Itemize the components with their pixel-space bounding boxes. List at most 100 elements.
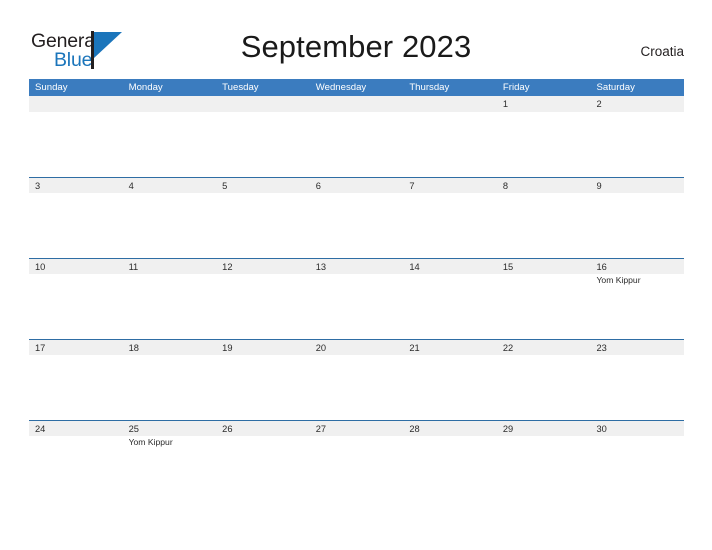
day-cell[interactable] — [403, 355, 497, 420]
day-cell[interactable] — [590, 355, 684, 420]
day-cell[interactable] — [310, 274, 404, 339]
day-cell[interactable] — [497, 112, 591, 177]
calendar-weeks: 1 2 3 4 5 6 7 8 9 10 11 12 13 14 15 16 Yom Kippur 17 18 19 2… — [29, 96, 684, 501]
day-number[interactable]: 18 — [123, 340, 217, 355]
day-number[interactable]: 1 — [497, 96, 591, 112]
day-number[interactable]: 22 — [497, 340, 591, 355]
weekday-header-saturday: Saturday — [596, 82, 635, 93]
day-cell[interactable] — [29, 193, 123, 258]
day-number[interactable]: 7 — [403, 178, 497, 193]
day-cell[interactable] — [123, 355, 217, 420]
day-number[interactable]: 3 — [29, 178, 123, 193]
calendar-week-row: 24 25 26 27 28 29 30 Yom Kippur — [29, 420, 684, 501]
day-number[interactable]: 19 — [216, 340, 310, 355]
day-cell[interactable] — [29, 355, 123, 420]
day-number[interactable]: 24 — [29, 421, 123, 436]
week-date-band: 10 11 12 13 14 15 16 — [29, 258, 684, 274]
weekday-header-tuesday: Tuesday — [222, 82, 259, 93]
day-number-empty — [29, 96, 123, 112]
day-number[interactable]: 29 — [497, 421, 591, 436]
day-cell[interactable] — [403, 436, 497, 501]
day-number[interactable]: 21 — [403, 340, 497, 355]
day-cell[interactable] — [497, 193, 591, 258]
day-number[interactable]: 10 — [29, 259, 123, 274]
day-number[interactable]: 5 — [216, 178, 310, 193]
day-number[interactable]: 12 — [216, 259, 310, 274]
day-number[interactable]: 23 — [590, 340, 684, 355]
day-cell[interactable] — [123, 193, 217, 258]
day-cell-empty — [403, 112, 497, 177]
country-label: Croatia — [640, 44, 684, 59]
day-number[interactable]: 13 — [310, 259, 404, 274]
holiday-event-label: Yom Kippur — [128, 437, 173, 447]
day-cell[interactable] — [497, 355, 591, 420]
page-header: General Blue September 2023 Croatia — [0, 0, 712, 78]
week-date-band: 24 25 26 27 28 29 30 — [29, 420, 684, 436]
day-cell-empty — [29, 112, 123, 177]
day-number[interactable]: 26 — [216, 421, 310, 436]
weekday-header-sunday: Sunday — [35, 82, 68, 93]
calendar-grid: Sunday Monday Tuesday Wednesday Thursday Frid… — [29, 79, 684, 501]
day-number[interactable]: 4 — [123, 178, 217, 193]
weekday-header-wednesday: Wednesday — [315, 82, 367, 93]
day-cell[interactable] — [310, 193, 404, 258]
day-number[interactable]: 11 — [123, 259, 217, 274]
day-number[interactable]: 2 — [590, 96, 684, 112]
page-title: September 2023 — [240, 29, 472, 64]
week-body-row — [29, 193, 684, 258]
day-cell[interactable] — [29, 436, 123, 501]
calendar-week-row: 12 — [29, 96, 684, 177]
day-cell-empty — [123, 112, 217, 177]
day-number[interactable]: 8 — [497, 178, 591, 193]
week-body-row: Yom Kippur — [29, 274, 684, 339]
week-date-band: 12 — [29, 96, 684, 112]
day-cell[interactable] — [310, 355, 404, 420]
day-cell[interactable] — [216, 274, 310, 339]
day-cell[interactable] — [310, 436, 404, 501]
day-number[interactable]: 17 — [29, 340, 123, 355]
day-number[interactable]: 25 — [123, 421, 217, 436]
weekday-header-thursday: Thursday — [409, 82, 450, 93]
day-cell[interactable]: Yom Kippur — [123, 436, 217, 501]
day-cell[interactable] — [123, 274, 217, 339]
day-cell[interactable]: Yom Kippur — [590, 274, 684, 339]
weekday-header-monday: Monday — [128, 82, 163, 93]
week-date-band: 17 18 19 20 21 22 23 — [29, 339, 684, 355]
day-cell-empty — [310, 112, 404, 177]
day-number[interactable]: 28 — [403, 421, 497, 436]
week-date-band: 3456789 — [29, 177, 684, 193]
day-number[interactable]: 9 — [590, 178, 684, 193]
day-cell-empty — [216, 112, 310, 177]
day-cell[interactable] — [403, 274, 497, 339]
day-number[interactable]: 15 — [497, 259, 591, 274]
week-body-row: Yom Kippur — [29, 436, 684, 501]
day-cell[interactable] — [216, 436, 310, 501]
day-number[interactable]: 20 — [310, 340, 404, 355]
day-number-empty — [310, 96, 404, 112]
week-body-row — [29, 112, 684, 177]
weekday-header-row: Sunday Monday Tuesday Wednesday Thursday Frid… — [29, 79, 684, 96]
day-cell[interactable] — [216, 355, 310, 420]
day-number[interactable]: 27 — [310, 421, 404, 436]
day-cell[interactable] — [216, 193, 310, 258]
day-number[interactable]: 16 — [590, 259, 684, 274]
day-number[interactable]: 6 — [310, 178, 404, 193]
day-cell[interactable] — [497, 436, 591, 501]
week-body-row — [29, 355, 684, 420]
day-cell[interactable] — [29, 274, 123, 339]
holiday-event-label: Yom Kippur — [596, 275, 641, 285]
calendar-week-row: 17 18 19 20 21 22 23 — [29, 339, 684, 420]
day-cell[interactable] — [590, 436, 684, 501]
calendar-week-row: 10 11 12 13 14 15 16 Yom Kippur — [29, 258, 684, 339]
day-cell[interactable] — [497, 274, 591, 339]
day-cell[interactable] — [590, 193, 684, 258]
weekday-header-friday: Friday — [502, 82, 530, 93]
day-number-empty — [216, 96, 310, 112]
calendar-week-row: 3456789 — [29, 177, 684, 258]
calendar-page: General Blue September 2023 Croatia Sund… — [0, 0, 712, 550]
day-number[interactable]: 30 — [590, 421, 684, 436]
day-number-empty — [123, 96, 217, 112]
day-cell[interactable] — [403, 193, 497, 258]
day-number[interactable]: 14 — [403, 259, 497, 274]
day-cell[interactable] — [590, 112, 684, 177]
